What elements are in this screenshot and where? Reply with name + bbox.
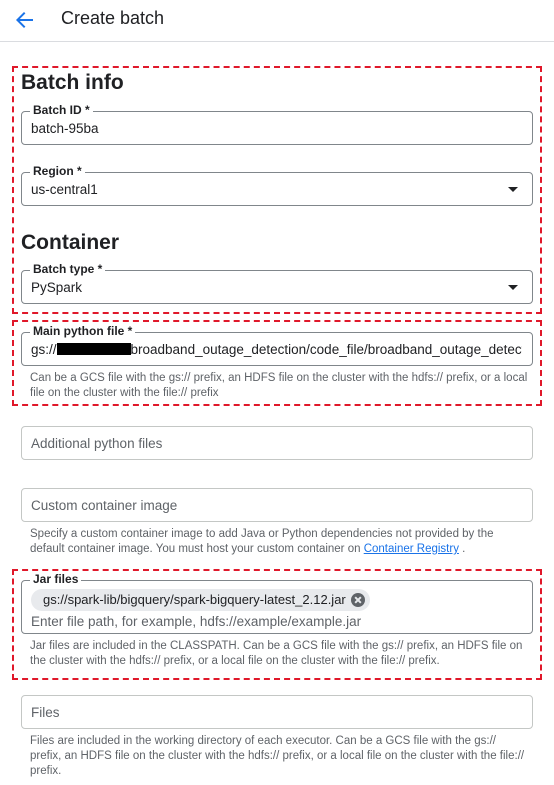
redaction-bar — [56, 343, 131, 355]
jar-files-label: Jar files — [30, 572, 82, 586]
batch-id-field[interactable]: Batch ID * batch-95ba — [21, 103, 533, 145]
chip-remove-icon[interactable] — [350, 593, 365, 607]
custom-container-image-hint: Specify a custom container image to add … — [30, 527, 530, 557]
arrow-back-icon — [16, 12, 33, 28]
files-hint: Files are included in the working direct… — [30, 735, 525, 777]
batch-type-value: PySpark — [31, 280, 83, 295]
dropdown-arrow-icon — [508, 187, 518, 192]
batch-id-value: batch-95ba — [31, 121, 99, 136]
files-field[interactable]: Files — [21, 695, 533, 729]
main-python-file-hint: Can be a GCS file with the gs:// prefix,… — [30, 372, 528, 399]
batch-id-label: Batch ID * — [30, 103, 93, 117]
back-button[interactable] — [12, 8, 38, 32]
custom-container-image-hint-end: . — [458, 543, 466, 555]
page-title: Create batch — [61, 8, 165, 28]
region-label: Region * — [30, 164, 85, 178]
main-python-file-label: Main python file * — [30, 324, 136, 338]
region-select[interactable]: Region * us-central1 — [21, 164, 533, 206]
jar-files-hint: Jar files are included in the CLASSPATH.… — [30, 640, 523, 667]
additional-python-files-field[interactable]: Additional python files — [21, 426, 533, 460]
region-value: us-central1 — [31, 182, 98, 197]
main-python-file-value-suffix: broadband_outage_detection/code_file/bro… — [130, 342, 522, 357]
files-placeholder: Files — [31, 705, 60, 720]
dropdown-arrow-icon — [508, 285, 518, 290]
main-python-file-value-prefix: gs:// — [31, 342, 57, 357]
batch-type-select[interactable]: Batch type * PySpark — [21, 262, 533, 304]
section-title-batch-info: Batch info — [21, 71, 124, 94]
batch-type-label: Batch type * — [30, 262, 106, 276]
main-python-file-field[interactable]: Main python file * gs:// broadband_outage… — [21, 324, 533, 366]
custom-container-image-placeholder: Custom container image — [31, 498, 178, 513]
jar-file-chip[interactable]: gs://spark-lib/bigquery/spark-bigquery-l… — [31, 589, 370, 611]
container-registry-link[interactable]: Container Registry — [364, 543, 459, 555]
jar-files-field[interactable]: Jar files gs://spark-lib/bigquery/spark-… — [21, 572, 533, 634]
main-python-file-value: gs:// broadband_outage_detection/code_fil… — [31, 342, 522, 357]
jar-files-placeholder: Enter file path, for example, hdfs://exa… — [31, 614, 362, 629]
custom-container-image-field[interactable]: Custom container image — [21, 488, 533, 522]
jar-file-chip-label: gs://spark-lib/bigquery/spark-bigquery-l… — [43, 592, 346, 607]
section-title-container: Container — [21, 231, 120, 254]
additional-python-files-placeholder: Additional python files — [31, 436, 163, 451]
page-header: Create batch — [0, 0, 554, 42]
